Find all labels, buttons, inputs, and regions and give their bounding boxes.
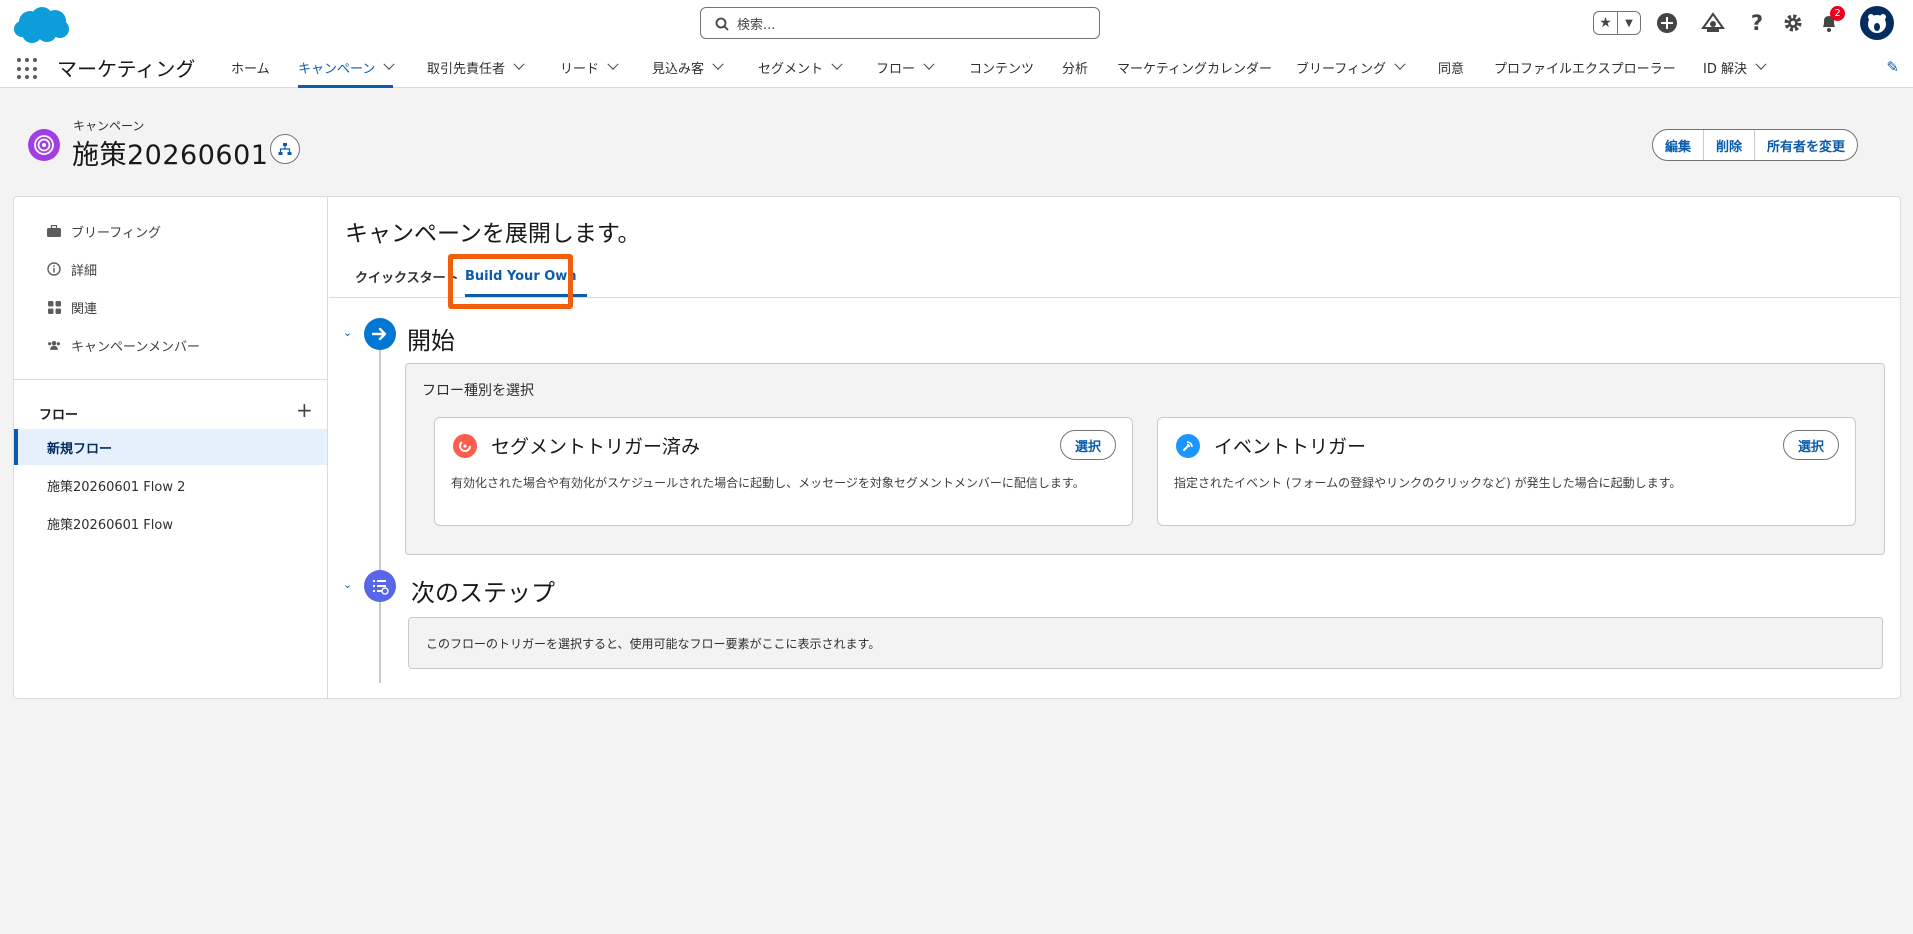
nav-item-segments[interactable]: セグメント bbox=[758, 48, 843, 86]
app-name: マーケティング bbox=[57, 57, 196, 81]
trailhead-icon[interactable] bbox=[1696, 6, 1730, 40]
global-create-icon[interactable] bbox=[1650, 6, 1684, 40]
next-steps-placeholder: このフローのトリガーを選択すると、使用可能なフロー要素がここに表示されます。 bbox=[408, 617, 1883, 669]
briefcase-icon bbox=[47, 224, 61, 238]
flow-item-flow-2[interactable]: 施策20260601 Flow 2 bbox=[14, 467, 327, 503]
salesforce-logo[interactable] bbox=[12, 4, 72, 46]
start-arrow-icon bbox=[364, 318, 396, 350]
chevron-down-icon[interactable] bbox=[513, 58, 525, 70]
related-icon bbox=[47, 300, 61, 314]
edit-nav-pencil-icon[interactable]: ✎ bbox=[1886, 58, 1899, 76]
segment-triggered-select-button[interactable]: 選択 bbox=[1059, 430, 1116, 460]
deploy-title: キャンペーンを展開します。 bbox=[345, 221, 641, 247]
segment-triggered-title: セグメントトリガー済み bbox=[491, 436, 701, 458]
sidebar-item-details[interactable]: 詳細 bbox=[47, 259, 97, 279]
help-icon[interactable]: ? bbox=[1740, 6, 1774, 40]
add-flow-plus-icon[interactable]: + bbox=[296, 400, 313, 420]
record-title: 施策20260601 bbox=[72, 140, 269, 171]
nav-item-identity-resolution[interactable]: ID 解決 bbox=[1703, 48, 1767, 86]
members-icon bbox=[47, 338, 61, 352]
chevron-down-icon[interactable] bbox=[831, 58, 843, 70]
nav-item-flows[interactable]: フロー bbox=[876, 48, 935, 86]
start-step-title: 開始 bbox=[407, 327, 455, 355]
chevron-down-icon[interactable] bbox=[383, 58, 396, 70]
setup-gear-icon[interactable] bbox=[1776, 6, 1810, 40]
app-launcher-icon[interactable] bbox=[17, 58, 39, 80]
nav-item-marketing-calendar[interactable]: マーケティングカレンダー bbox=[1117, 48, 1272, 86]
flow-item-flow[interactable]: 施策20260601 Flow bbox=[14, 505, 327, 541]
favorite-star-icon[interactable]: ★ bbox=[1594, 12, 1618, 34]
sidebar-divider bbox=[14, 379, 327, 380]
flow-builder-panel: キャンペーンを展開します。 クイックスタート Build Your Own ⌄ … bbox=[329, 197, 1900, 698]
app-navigation: マーケティング ホーム キャンペーン 取引先責任者 リード 見込み客 セグメント… bbox=[0, 48, 1913, 88]
sidebar-item-briefing[interactable]: ブリーフィング bbox=[47, 221, 161, 241]
left-sidebar: ブリーフィング 詳細 関連 キャンペーンメンバー フロー + 新規フロー 施策2… bbox=[14, 197, 328, 698]
collapse-start-chevron-icon[interactable]: ⌄ bbox=[343, 326, 352, 339]
change-owner-button[interactable]: 所有者を変更 bbox=[1755, 130, 1857, 160]
nav-item-home[interactable]: ホーム bbox=[231, 48, 270, 86]
nav-item-profile-explorer[interactable]: プロファイルエクスプローラー bbox=[1494, 48, 1676, 86]
next-steps-title: 次のステップ bbox=[411, 579, 555, 607]
chevron-down-icon[interactable] bbox=[1755, 58, 1767, 70]
notification-badge: 2 bbox=[1830, 6, 1845, 21]
timeline-line bbox=[379, 347, 381, 683]
search-placeholder: 検索... bbox=[737, 17, 776, 33]
nav-item-leads[interactable]: リード bbox=[560, 48, 619, 86]
favorites-group: ★ ▼ bbox=[1593, 11, 1641, 35]
nav-item-content[interactable]: コンテンツ bbox=[969, 48, 1034, 86]
event-trigger-desc: 指定されたイベント (フォームの登録やリンクのクリックなど) が発生した場合に起… bbox=[1174, 476, 1682, 490]
campaign-card: ブリーフィング 詳細 関連 キャンペーンメンバー フロー + 新規フロー 施策2… bbox=[13, 196, 1901, 699]
user-avatar[interactable] bbox=[1860, 6, 1894, 40]
chevron-down-icon[interactable] bbox=[712, 58, 724, 70]
hierarchy-icon bbox=[278, 143, 292, 155]
collapse-next-chevron-icon[interactable]: ⌄ bbox=[343, 578, 352, 591]
chevron-down-icon[interactable] bbox=[607, 58, 619, 70]
segment-trigger-icon bbox=[453, 434, 477, 458]
edit-button[interactable]: 編集 bbox=[1653, 130, 1705, 160]
global-search-input[interactable]: 検索... bbox=[700, 7, 1100, 39]
favorites-dropdown-icon[interactable]: ▼ bbox=[1618, 12, 1640, 34]
record-actions: 編集 削除 所有者を変更 bbox=[1652, 129, 1859, 161]
sidebar-item-campaign-members[interactable]: キャンペーンメンバー bbox=[47, 335, 200, 355]
segment-triggered-desc: 有効化された場合や有効化がスケジュールされた場合に起動し、メッセージを対象セグメ… bbox=[451, 476, 1085, 490]
next-steps-icon bbox=[364, 570, 396, 602]
delete-button[interactable]: 削除 bbox=[1704, 130, 1756, 160]
hierarchy-button[interactable] bbox=[270, 134, 300, 164]
chevron-down-icon[interactable] bbox=[923, 58, 935, 70]
sidebar-item-related[interactable]: 関連 bbox=[47, 297, 97, 317]
record-type-label: キャンペーン bbox=[73, 119, 145, 133]
chevron-down-icon[interactable] bbox=[1394, 58, 1406, 70]
flow-type-selector: フロー種別を選択 セグメントトリガー済み 選択 有効化された場合や有効化がスケジ… bbox=[405, 363, 1885, 555]
nav-item-briefing[interactable]: ブリーフィング bbox=[1296, 48, 1406, 86]
flow-type-label: フロー種別を選択 bbox=[422, 383, 534, 399]
event-trigger-card: イベントトリガー 選択 指定されたイベント (フォームの登録やリンクのクリックな… bbox=[1157, 417, 1856, 526]
event-trigger-select-button[interactable]: 選択 bbox=[1782, 430, 1839, 460]
flow-section-header: フロー bbox=[39, 408, 79, 423]
info-icon bbox=[47, 262, 61, 276]
nav-item-analytics[interactable]: 分析 bbox=[1062, 48, 1088, 86]
tab-quick-start[interactable]: クイックスタート bbox=[355, 256, 459, 297]
nav-item-prospects[interactable]: 見込み客 bbox=[652, 48, 724, 86]
nav-item-consent[interactable]: 同意 bbox=[1438, 48, 1464, 86]
segment-triggered-card: セグメントトリガー済み 選択 有効化された場合や有効化がスケジュールされた場合に… bbox=[434, 417, 1133, 526]
notifications-bell-icon[interactable]: 2 bbox=[1812, 6, 1846, 40]
nav-item-campaigns[interactable]: キャンペーン bbox=[298, 48, 396, 88]
event-trigger-icon bbox=[1176, 434, 1200, 458]
event-trigger-title: イベントトリガー bbox=[1214, 436, 1367, 458]
campaign-icon bbox=[28, 129, 60, 161]
search-icon bbox=[715, 16, 729, 31]
highlight-box bbox=[448, 254, 573, 309]
nav-item-contacts[interactable]: 取引先責任者 bbox=[427, 48, 525, 86]
flow-item-new-flow[interactable]: 新規フロー bbox=[14, 429, 327, 465]
